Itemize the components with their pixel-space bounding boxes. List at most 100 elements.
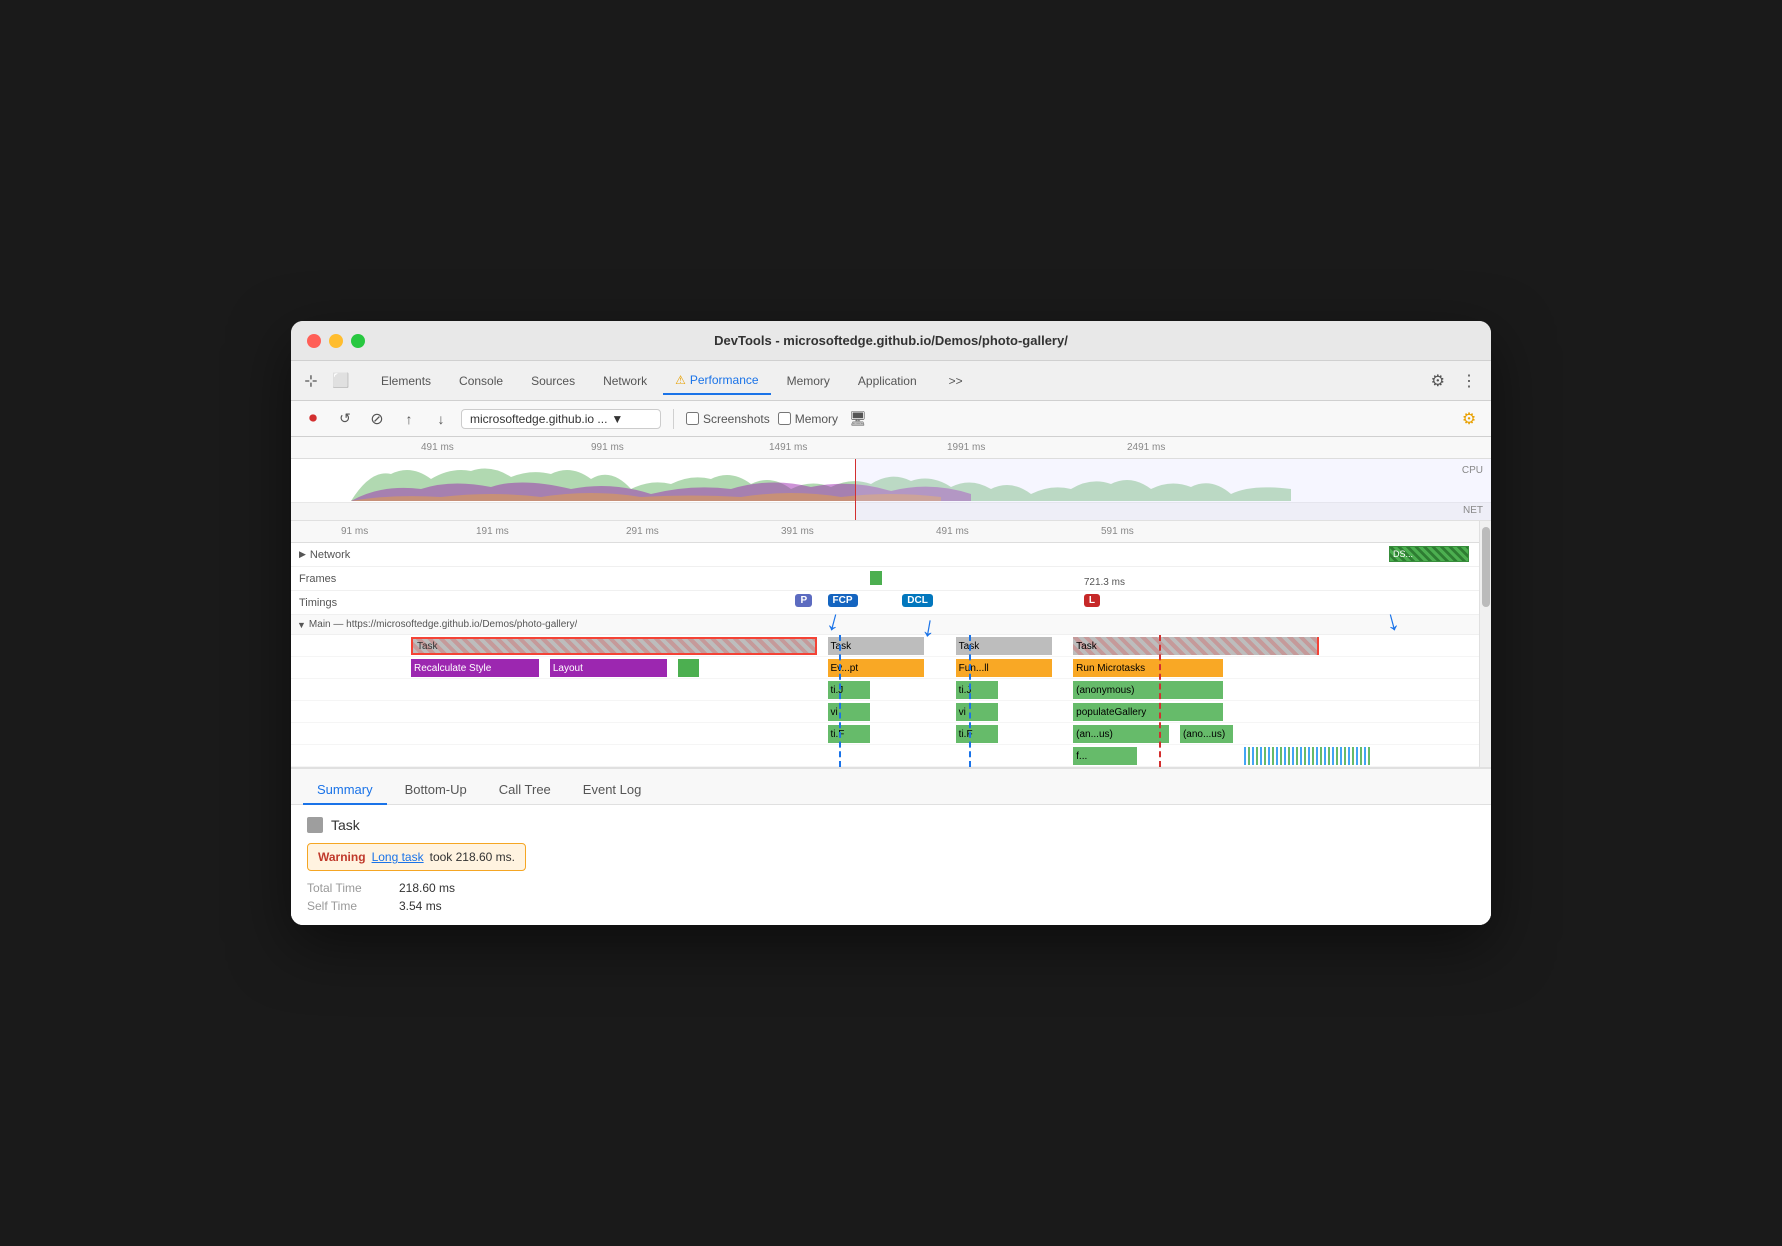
memory-checkbox[interactable] [778,412,791,425]
flame-row-4-spacer [291,701,411,722]
warning-text: took 218.60 ms. [430,850,515,864]
task-bar-1[interactable]: Task [411,637,817,655]
event-bar[interactable]: Ev...pt [828,659,924,677]
more-options-icon[interactable]: ⋮ [1455,365,1483,397]
tab-network[interactable]: Network [591,368,659,394]
tab-application[interactable]: Application [846,368,929,394]
tif-bar[interactable]: ti.F [828,725,871,743]
summary-stats: Total Time 218.60 ms Self Time 3.54 ms [307,881,1475,913]
tab-event-log[interactable]: Event Log [569,776,656,805]
flame-chart-main: 91 ms 191 ms 291 ms 391 ms 491 ms 591 ms… [291,521,1479,767]
self-time-row: Self Time 3.54 ms [307,899,1475,913]
flame-row-3-spacer [291,679,411,700]
flame-row-2: Recalculate Style Layout Ev...pt Fun...l… [291,657,1479,679]
timeline-overview: 491 ms 991 ms 1491 ms 1991 ms 2491 ms [291,437,1491,521]
task-color-indicator [307,817,323,833]
tij-bar-1[interactable]: ti.J [828,681,871,699]
anous-bar-2[interactable]: (ano...us) [1180,725,1233,743]
frames-bar [870,571,882,585]
ruler-91ms: 91 ms [341,526,368,537]
self-time-value: 3.54 ms [399,899,442,913]
timings-track-label: Timings [291,597,411,609]
memory-icon[interactable]: 🖥 [846,407,870,431]
flame-row-6-spacer [291,745,411,766]
clear-button[interactable]: ⊘ [365,407,389,431]
frames-track-row: Frames [291,567,1479,591]
side-scrollbar[interactable] [1479,521,1491,767]
expand-main-icon[interactable]: ▼ [297,620,306,630]
flame-row-3-content: ti.J ti.J (anonymous) [411,679,1479,700]
summary-panel: Task Warning Long task took 218.60 ms. T… [291,805,1491,925]
main-flame-area: 91 ms 191 ms 291 ms 391 ms 491 ms 591 ms… [291,521,1491,767]
anonymous-bar-1[interactable]: (anonymous) [1073,681,1223,699]
cpu-net-chart: CPU NET [291,459,1491,521]
long-task-link[interactable]: Long task [372,850,424,864]
network-track-row: ▶ Network DS... [291,543,1479,567]
ruler-mark-491: 491 ms [421,442,454,453]
screenshots-checkbox-group: Screenshots [686,412,770,426]
upload-button[interactable]: ↑ [397,407,421,431]
tij-bar-2[interactable]: ti.J [956,681,999,699]
top-ruler: 491 ms 991 ms 1491 ms 1991 ms 2491 ms [291,437,1491,459]
url-dropdown-icon[interactable]: ▼ [611,412,623,426]
frames-track-content [411,567,1479,590]
scrollbar-thumb [1482,527,1490,607]
total-time-row: Total Time 218.60 ms [307,881,1475,895]
tab-elements[interactable]: Elements [369,368,443,394]
tab-performance[interactable]: ⚠Performance [663,367,770,395]
flame-row-2-spacer [291,657,411,678]
summary-task-title: Task [307,817,1475,833]
microtasks-bar[interactable]: Run Microtasks [1073,659,1223,677]
flame-chart-rows: Task Task Task Task [291,635,1479,767]
flame-row-3: ti.J ti.J (anonymous) [291,679,1479,701]
flame-row-1: Task Task Task Task [291,635,1479,657]
maximize-button[interactable] [351,334,365,348]
function-bar[interactable]: Fun...ll [956,659,1052,677]
download-button[interactable]: ↓ [429,407,453,431]
tif-bar-2[interactable]: ti.F [956,725,999,743]
frames-track-label: Frames [291,573,411,585]
tab-summary[interactable]: Summary [303,776,387,805]
tab-sources[interactable]: Sources [519,368,587,394]
settings-icon[interactable]: ⚙ [1457,407,1481,431]
settings-gear-icon[interactable]: ⚙ [1425,365,1451,397]
refresh-record-button[interactable]: ↺ [333,407,357,431]
task-bar-4[interactable]: Task [1073,637,1319,655]
expand-network-icon[interactable]: ▶ [299,549,306,560]
timings-track-row: Timings P FCP DCL L 721.3 ms [291,591,1479,615]
anus-bar-1[interactable]: (an...us) [1073,725,1169,743]
self-time-label: Self Time [307,899,387,913]
ruler-mark-1491: 1491 ms [769,442,807,453]
inspect-element-icon[interactable]: ⊹ [299,369,323,393]
device-toolbar-icon[interactable]: ⬜ [329,369,353,393]
recalc-style-bar[interactable]: Recalculate Style [411,659,539,677]
task-bar-3[interactable]: Task [956,637,1052,655]
screenshots-checkbox[interactable] [686,412,699,425]
pattern-bars [1244,747,1372,765]
network-track-label: ▶ Network [291,549,411,561]
f-bar[interactable]: f... [1073,747,1137,765]
layout-bar[interactable]: Layout [550,659,667,677]
tab-bottom-up[interactable]: Bottom-Up [391,776,481,805]
ruler-591ms: 591 ms [1101,526,1134,537]
url-display: microsoftedge.github.io ... ▼ [461,409,661,429]
ruler-391ms: 391 ms [781,526,814,537]
minimize-button[interactable] [329,334,343,348]
close-button[interactable] [307,334,321,348]
warning-label: Warning [318,850,366,864]
devtools-body: ⊹ ⬜ Elements Console Sources Network ⚠Pe… [291,361,1491,925]
vi-bar-2[interactable]: vi [956,703,999,721]
ruler-mark-2491: 2491 ms [1127,442,1165,453]
task-bar-2[interactable]: Task [828,637,924,655]
flame-row-6-content: f... [411,745,1479,766]
tab-call-tree[interactable]: Call Tree [485,776,565,805]
vi-bar[interactable]: vi [828,703,871,721]
tab-more-button[interactable]: >> [937,368,975,394]
total-time-value: 218.60 ms [399,881,455,895]
record-button[interactable]: ⏺ [301,407,325,431]
tab-console[interactable]: Console [447,368,515,394]
tab-memory[interactable]: Memory [775,368,842,394]
populate-gallery-bar[interactable]: populateGallery [1073,703,1223,721]
performance-toolbar: ⏺ ↺ ⊘ ↑ ↓ microsoftedge.github.io ... ▼ … [291,401,1491,437]
task-label: Task [331,817,360,833]
